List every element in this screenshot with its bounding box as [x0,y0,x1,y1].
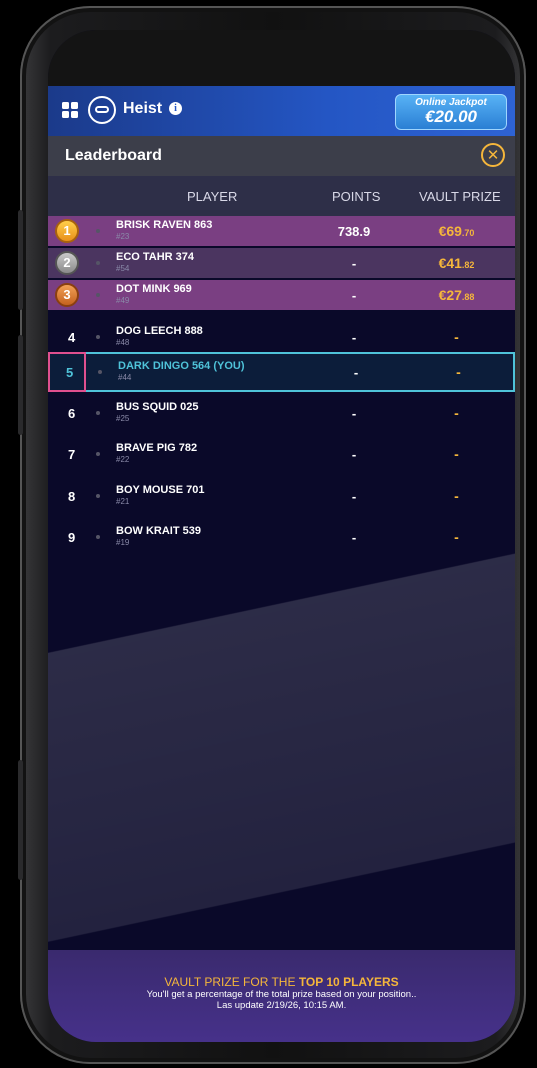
leaderboard-row[interactable]: 9 BOW KRAIT 539 #19 - - [48,518,515,556]
footer-last-update: Las update 2/19/26, 10:15 AM. [216,1000,347,1011]
leaderboard-row[interactable]: 4 DOG LEECH 888 #48 - - [48,318,515,356]
leaderboard-row[interactable]: 6 BUS SQUID 025 #25 - - [48,394,515,432]
player-name: DOT MINK 969 [116,283,192,295]
vault-prize: €41.82 [438,255,475,271]
player-id: #19 [116,538,130,547]
player-points: - [351,446,357,462]
leaderboard-row[interactable]: 1 BRISK RAVEN 863 #23 738.9 €69.70 [48,216,515,246]
jackpot-badge: Online Jackpot €20.00 [395,94,507,130]
player-id: #48 [116,338,130,347]
avatar-dot-icon [96,535,100,539]
status-bar [48,30,515,88]
player-name: DARK DINGO 564 (YOU) [118,360,245,372]
player-id: #21 [116,497,130,506]
vault-prize: €69.70 [438,223,475,239]
leaderboard-header: Leaderboard ✕ [48,136,515,176]
player-id: #44 [118,373,132,382]
footer-title: VAULT PRIZE FOR THE TOP 10 PLAYERS [164,975,399,989]
leaderboard-row[interactable]: 5 DARK DINGO 564 (YOU) #44 - - [48,352,515,392]
avatar-dot-icon [98,370,102,374]
player-points: - [353,364,359,380]
footer-description: You'll get a percentage of the total pri… [146,989,417,1000]
rank-number: 5 [66,364,74,380]
player-id: #23 [116,232,130,241]
phone-side-button [18,210,23,310]
player-name: DOG LEECH 888 [116,325,203,337]
screen: Heist i Online Jackpot €20.00 Leaderboar… [48,30,515,1042]
grid-menu-icon[interactable] [62,102,78,118]
avatar-dot-icon [96,411,100,415]
avatar-dot-icon [96,293,100,297]
player-id: #25 [116,414,130,423]
heist-logo-icon [88,96,116,124]
leaderboard-row[interactable]: 3 DOT MINK 969 #49 - €27.88 [48,280,515,310]
player-points: - [351,488,357,504]
avatar-dot-icon [96,229,100,233]
column-player: PLAYER [187,189,238,204]
leaderboard-row[interactable]: 7 BRAVE PIG 782 #22 - - [48,435,515,473]
player-id: #54 [116,264,130,273]
rank-number: 4 [68,329,76,345]
leaderboard-row[interactable]: 2 ECO TAHR 374 #54 - €41.82 [48,248,515,278]
vault-prize: - [454,488,459,504]
phone-side-button [18,335,23,435]
player-points: 738.9 [337,223,371,239]
leaderboard-row[interactable]: 8 BOY MOUSE 701 #21 - - [48,477,515,515]
vault-prize: - [454,446,459,462]
avatar-dot-icon [96,494,100,498]
player-name: BRAVE PIG 782 [116,442,198,454]
avatar-dot-icon [96,261,100,265]
player-points: - [351,255,357,271]
rank-number: 9 [68,529,76,545]
rank-number: 7 [68,446,76,462]
vault-prize: €27.88 [438,287,475,303]
player-points: - [351,329,357,345]
silver-medal-icon: 2 [55,251,79,275]
rank-number: 6 [68,405,76,421]
column-points: POINTS [332,189,381,204]
vault-prize: - [456,364,461,380]
player-points: - [351,529,357,545]
player-id: #22 [116,455,130,464]
column-headers: PLAYER POINTS VAULT PRIZE [48,176,515,216]
vault-prize: - [454,329,459,345]
avatar-dot-icon [96,335,100,339]
avatar-dot-icon [96,452,100,456]
vault-prize: - [454,529,459,545]
player-name: BOW KRAIT 539 [116,525,201,537]
player-name: BUS SQUID 025 [116,401,199,413]
column-vault-prize: VAULT PRIZE [419,189,501,204]
footer: VAULT PRIZE FOR THE TOP 10 PLAYERS You'l… [48,950,515,1042]
phone-side-button [18,760,23,880]
game-title: Heist [123,100,163,117]
jackpot-value: €20.00 [425,107,477,126]
player-name: BOY MOUSE 701 [116,484,205,496]
player-id: #49 [116,296,130,305]
rank-number: 8 [68,488,76,504]
info-icon[interactable]: i [169,102,182,115]
player-name: ECO TAHR 374 [116,251,195,263]
vault-prize: - [454,405,459,421]
player-name: BRISK RAVEN 863 [116,219,213,231]
close-icon[interactable]: ✕ [481,143,505,167]
gold-medal-icon: 1 [55,219,79,243]
app-header: Heist i Online Jackpot €20.00 [48,86,515,136]
leaderboard-title: Leaderboard [65,147,162,164]
player-points: - [351,287,357,303]
player-points: - [351,405,357,421]
bronze-medal-icon: 3 [55,283,79,307]
